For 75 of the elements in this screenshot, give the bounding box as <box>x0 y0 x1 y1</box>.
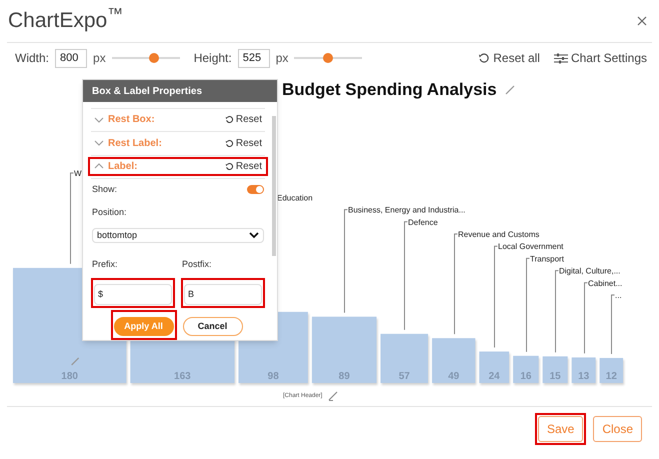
chevron-up-icon <box>94 163 104 170</box>
chart-title: Budget Spending Analysis <box>282 79 497 101</box>
reset-icon <box>478 52 490 64</box>
postfix-input[interactable]: B <box>181 278 265 308</box>
reset-button[interactable]: Reset <box>224 158 262 174</box>
category-label: Education <box>277 193 313 202</box>
category-label: Local Government <box>498 242 564 252</box>
section-label: Rest Box: <box>108 113 155 128</box>
reset-button[interactable]: Reset <box>224 112 262 128</box>
size-slider[interactable] <box>294 53 362 63</box>
chart-bar[interactable] <box>479 352 510 383</box>
category-label: Digital, Culture,... <box>559 266 620 276</box>
field-label: Position: <box>92 206 127 216</box>
category-label: Business, Energy and Industria... <box>348 206 466 215</box>
sliders-icon <box>554 52 568 64</box>
reset-icon <box>224 138 234 148</box>
field-label: Show: <box>92 183 118 196</box>
field-label: Height: <box>194 50 232 67</box>
field-label: Postfix: <box>182 259 212 269</box>
size-input[interactable]: 800 <box>55 48 88 68</box>
chart-bar[interactable] <box>513 356 539 383</box>
value-label: 98 <box>268 371 279 382</box>
slider-thumb[interactable] <box>148 53 159 63</box>
size-slider[interactable] <box>112 53 180 63</box>
value-label: 13 <box>578 371 590 382</box>
edit-icon[interactable] <box>504 84 515 95</box>
panel-title: Box & Label Properties <box>83 80 277 102</box>
reset-icon <box>224 115 234 124</box>
chart-settings-button[interactable]: Chart Settings <box>554 49 647 67</box>
show-toggle[interactable] <box>247 185 264 194</box>
section-label: Rest Label: <box>108 136 162 150</box>
chevron-down-icon <box>249 232 259 239</box>
reset-all-button[interactable]: Reset all <box>478 49 540 67</box>
value-label: 12 <box>606 371 617 382</box>
chart-bar[interactable] <box>572 357 596 383</box>
slider-thumb[interactable] <box>322 53 333 63</box>
section-header[interactable]: Rest Box: Reset <box>88 110 268 130</box>
edit-icon[interactable] <box>71 357 80 366</box>
prefix-input[interactable]: $ <box>91 278 175 308</box>
chart-bar[interactable] <box>542 356 568 383</box>
value-label: 16 <box>520 371 532 382</box>
chevron-down-icon <box>94 140 104 146</box>
value-label: 15 <box>550 371 561 382</box>
leader-line <box>611 294 615 354</box>
unit-label: px <box>93 50 106 67</box>
reset-button[interactable]: Reset <box>224 136 262 150</box>
section-header[interactable]: Label: Reset <box>88 156 268 176</box>
chevron-down-icon <box>94 116 104 123</box>
value-label: 180 <box>61 371 78 382</box>
value-label: 49 <box>448 371 460 382</box>
leader-line <box>584 282 588 354</box>
edit-icon[interactable] <box>328 391 338 401</box>
category-label: Cabinet... <box>588 278 622 288</box>
position-dropdown[interactable]: bottomtop <box>92 228 264 243</box>
value-label: 163 <box>174 371 191 382</box>
category-label: Revenue and Customs <box>458 230 540 239</box>
chart-bar[interactable] <box>600 358 624 383</box>
category-label: Defence <box>408 218 438 227</box>
cancel-button[interactable]: Cancel <box>182 317 242 336</box>
reset-icon <box>224 162 234 171</box>
close-icon[interactable] <box>637 16 647 26</box>
category-label: ... <box>615 291 622 300</box>
scrollbar[interactable] <box>272 116 276 256</box>
value-label: 57 <box>398 371 410 382</box>
value-label: 24 <box>488 371 500 382</box>
field-label: Width: <box>15 50 50 67</box>
size-input[interactable]: 525 <box>238 48 270 68</box>
unit-label: px <box>276 50 288 67</box>
value-label: 89 <box>338 371 350 382</box>
category-label: Transport <box>530 254 564 264</box>
category-label: W <box>74 169 82 178</box>
section-header[interactable]: Rest Label: Reset <box>88 134 268 152</box>
field-label: Prefix: <box>92 259 118 269</box>
section-label: Label: <box>108 160 138 174</box>
app-title: ChartExpo$^{™}$ <box>8 5 123 34</box>
